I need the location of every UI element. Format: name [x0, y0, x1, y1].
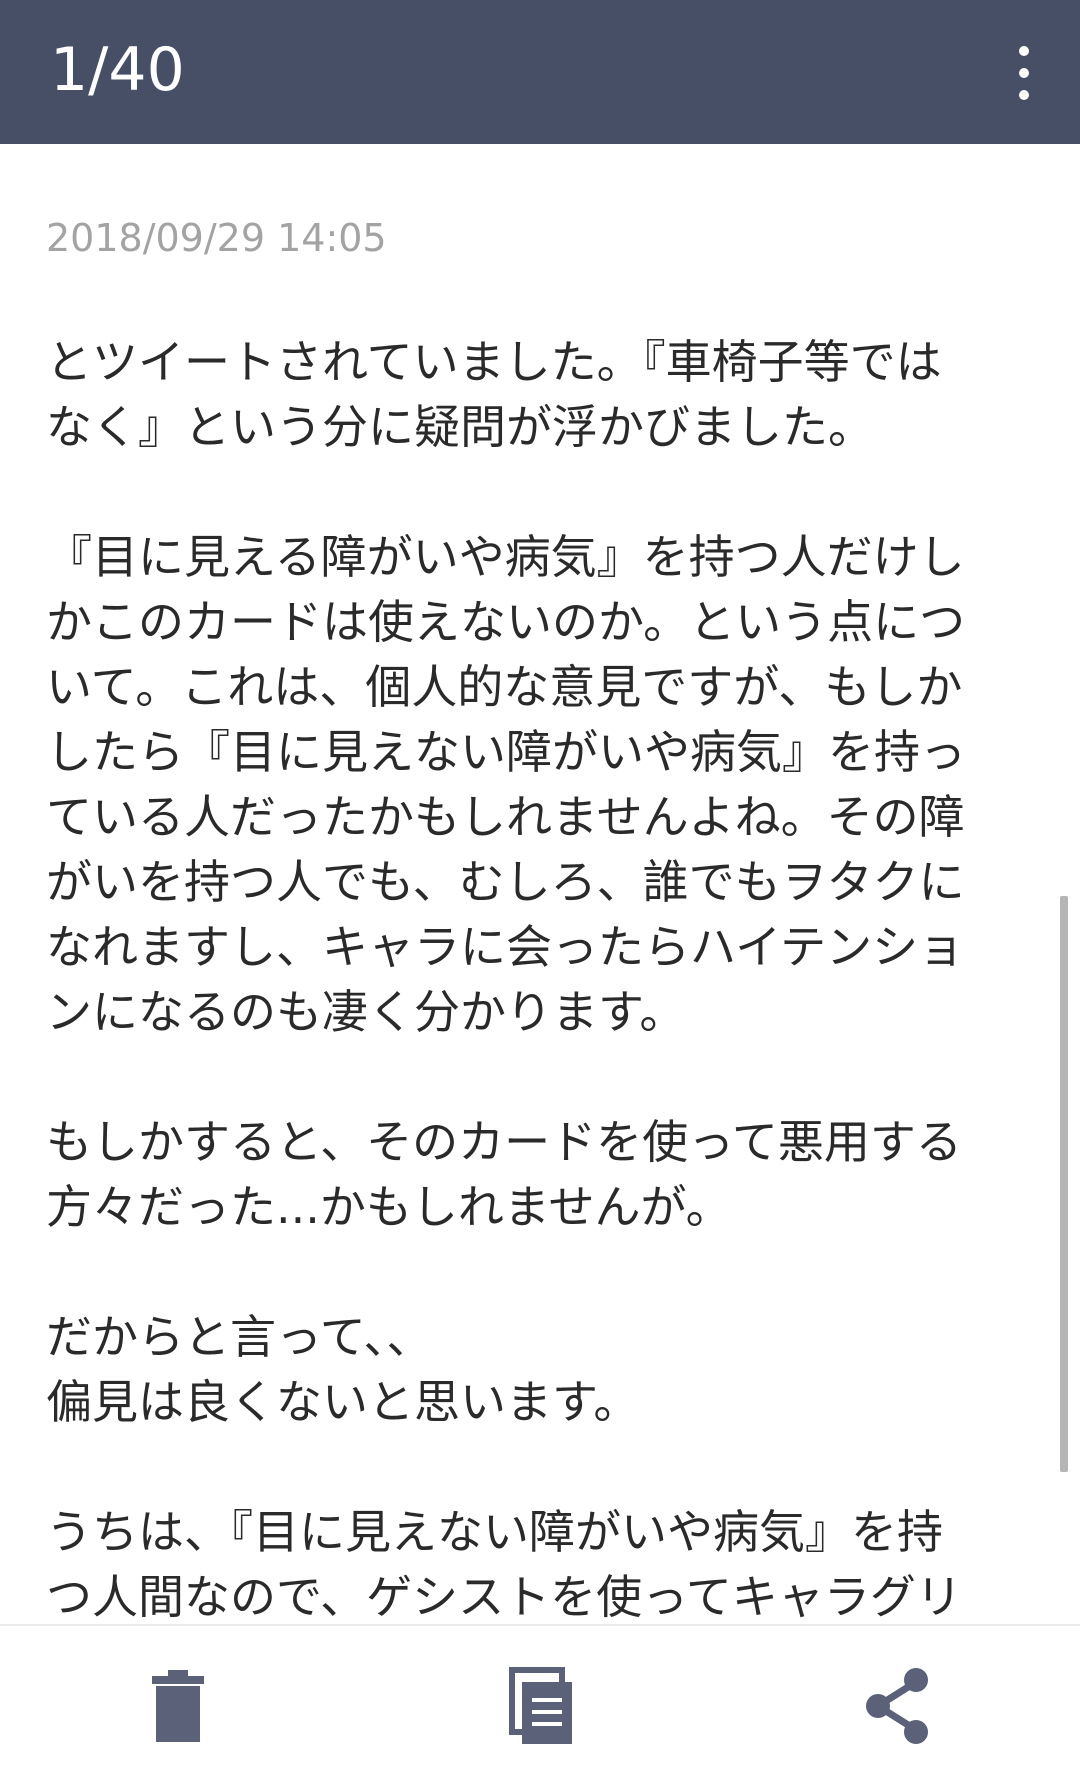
page-counter: 1/40: [50, 35, 185, 105]
note-paragraph: とツイートされていました。『車椅子等では なく』という分に疑問が浮かびました。: [46, 335, 942, 454]
more-options-icon[interactable]: [1004, 38, 1044, 108]
menu-dot: [1019, 90, 1029, 100]
note-content[interactable]: 2018/09/29 14:05 とツイートされていました。『車椅子等では なく…: [0, 144, 1080, 1624]
share-icon[interactable]: [858, 1666, 938, 1746]
bottom-action-bar: [0, 1624, 1080, 1776]
note-viewer-screen: 1/40 2018/09/29 14:05 とツイートされていました。『車椅子等…: [0, 0, 1080, 1776]
note-paragraph: 『目に見える障がいや病気』を持つ人だけし かこのカードは使えないのか。という点に…: [46, 530, 966, 1039]
note-timestamp: 2018/09/29 14:05: [46, 216, 387, 260]
menu-dot: [1019, 46, 1029, 56]
note-paragraph: だからと言って、、 偏見は良くないと思います。: [46, 1310, 640, 1429]
note-paragraph: うちは、『目に見えない障がいや病気』を持 つ人間なので、ゲシストを使ってキャラグ…: [46, 1505, 962, 1624]
menu-dot: [1019, 68, 1029, 78]
top-app-bar: 1/40: [0, 0, 1080, 144]
note-paragraph: もしかすると、そのカードを使って悪用する 方々だった...かもしれませんが。: [46, 1115, 962, 1234]
scrollbar-thumb[interactable]: [1060, 896, 1068, 1472]
copy-icon[interactable]: [500, 1666, 580, 1746]
trash-icon[interactable]: [138, 1666, 218, 1746]
note-body: とツイートされていました。『車椅子等では なく』という分に疑問が浮かびました。 …: [46, 330, 1016, 1624]
